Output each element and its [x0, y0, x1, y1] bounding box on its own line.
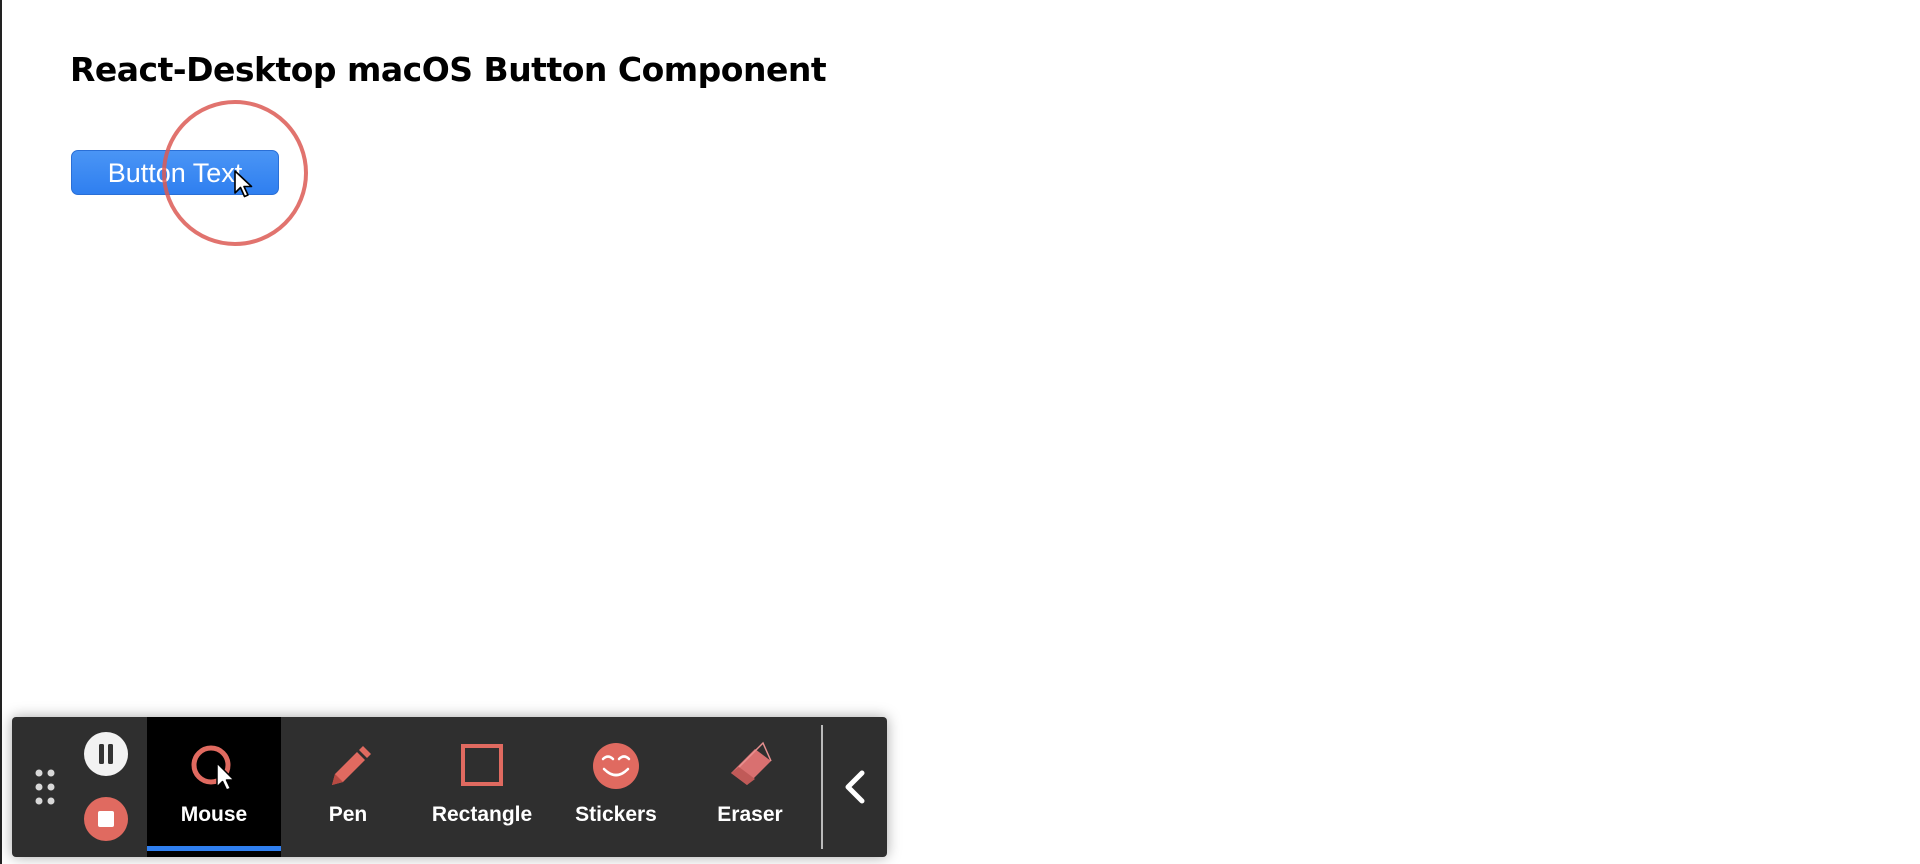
- tool-rectangle[interactable]: Rectangle: [415, 717, 549, 857]
- pause-icon: [99, 744, 113, 764]
- tool-label: Mouse: [180, 803, 248, 826]
- mouse-cursor-icon: [191, 745, 235, 791]
- chevron-left-icon[interactable]: [836, 765, 876, 809]
- tool-pen[interactable]: Pen: [281, 717, 415, 857]
- pause-button[interactable]: [84, 732, 128, 776]
- tool-label: Pen: [328, 803, 368, 826]
- browser-page: React-Desktop macOS Button Component But…: [0, 0, 1920, 864]
- tool-eraser[interactable]: Eraser: [683, 717, 817, 857]
- drag-handle-icon[interactable]: [34, 768, 56, 806]
- stop-icon: [98, 811, 114, 827]
- tool-label: Rectangle: [431, 803, 533, 826]
- toolbar-divider: [821, 725, 823, 849]
- pen-icon: [332, 746, 371, 785]
- macos-button[interactable]: Button Text: [71, 150, 279, 195]
- page-title: React-Desktop macOS Button Component: [70, 50, 827, 89]
- tool-mouse[interactable]: Mouse: [147, 717, 281, 857]
- eraser-icon: [731, 741, 772, 785]
- stop-button[interactable]: [84, 797, 128, 841]
- rectangle-icon: [461, 744, 503, 786]
- tool-label: Stickers: [575, 803, 657, 826]
- annotation-toolbar: Mouse Pen Rectangle Stickers Eraser: [12, 717, 887, 857]
- tool-label: Eraser: [717, 803, 783, 826]
- sticker-face-icon: [593, 743, 639, 789]
- tool-stickers[interactable]: Stickers: [549, 717, 683, 857]
